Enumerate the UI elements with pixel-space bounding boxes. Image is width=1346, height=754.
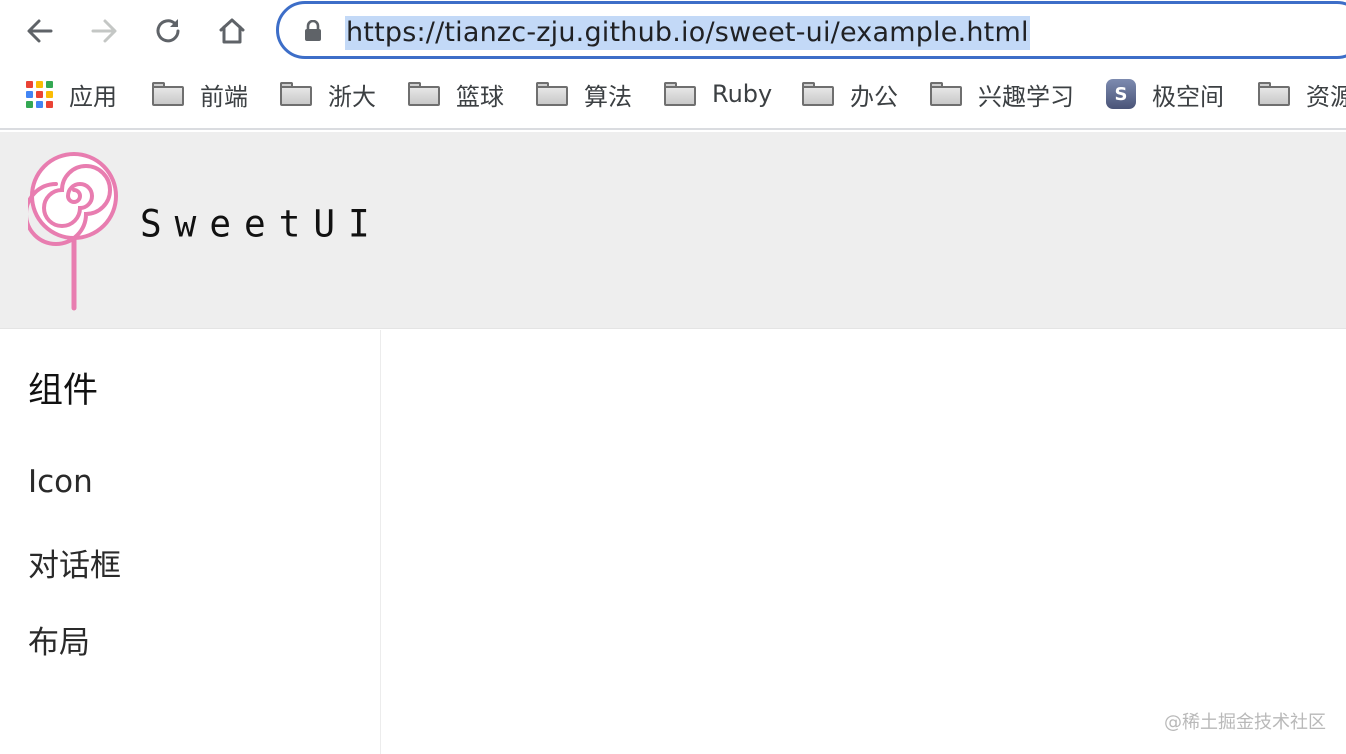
bookmark-folder-algorithm[interactable]: 算法 bbox=[536, 76, 632, 112]
bookmark-label: 极空间 bbox=[1152, 82, 1224, 111]
folder-icon bbox=[802, 82, 834, 106]
sidebar-title: 组件 bbox=[28, 371, 99, 411]
watermark: @稀土掘金技术社区 bbox=[1164, 712, 1326, 733]
folder-icon bbox=[152, 82, 184, 106]
lollipop-icon bbox=[24, 152, 118, 311]
forward-button[interactable] bbox=[84, 11, 124, 51]
bookmark-label: 兴趣学习 bbox=[978, 82, 1074, 111]
bookmark-folder-basketball[interactable]: 篮球 bbox=[408, 76, 504, 112]
bookmark-label: Ruby bbox=[712, 80, 773, 108]
bookmark-label: 办公 bbox=[850, 82, 898, 111]
sidebar-item-dialog[interactable]: 对话框 bbox=[28, 540, 121, 585]
sidebar-item-layout[interactable]: 布局 bbox=[28, 617, 90, 662]
arrow-right-icon bbox=[91, 19, 117, 43]
bookmark-label: 应用 bbox=[69, 82, 117, 111]
site-logo[interactable] bbox=[24, 152, 124, 316]
app-icon: S bbox=[1106, 79, 1136, 109]
reload-icon bbox=[156, 19, 180, 43]
main-content: @稀土掘金技术社区 bbox=[382, 330, 1346, 754]
arrow-left-icon bbox=[27, 19, 53, 43]
folder-icon bbox=[664, 82, 696, 106]
back-button[interactable] bbox=[20, 11, 60, 51]
browser-toolbar: https://tianzc-zju.github.io/sweet-ui/ex… bbox=[0, 0, 1346, 62]
bookmark-label: 篮球 bbox=[456, 82, 504, 111]
folder-icon bbox=[1258, 82, 1290, 106]
brand-name: SweetUI bbox=[140, 202, 383, 247]
bookmark-folder-office[interactable]: 办公 bbox=[802, 76, 898, 112]
bookmark-label: 资源 bbox=[1306, 82, 1346, 111]
sidebar: 组件 Icon 对话框 布局 bbox=[0, 330, 381, 754]
bookmarks-bar: 应用 前端 浙大 篮球 算法 Ruby 办公 兴趣学习 S 极空间 资源 bbox=[0, 62, 1346, 130]
folder-icon bbox=[536, 82, 568, 106]
bookmark-folder-interest[interactable]: 兴趣学习 bbox=[930, 76, 1074, 112]
url-text[interactable]: https://tianzc-zju.github.io/sweet-ui/ex… bbox=[345, 16, 1030, 50]
home-button[interactable] bbox=[212, 11, 252, 51]
bookmark-label: 浙大 bbox=[328, 82, 376, 111]
folder-icon bbox=[408, 82, 440, 106]
bookmark-label: 前端 bbox=[200, 82, 248, 111]
reload-button[interactable] bbox=[148, 11, 188, 51]
apps-grid-icon bbox=[26, 80, 53, 108]
bookmark-zspace[interactable]: S 极空间 bbox=[1106, 76, 1224, 112]
folder-icon bbox=[280, 82, 312, 106]
bookmark-folder-resources[interactable]: 资源 bbox=[1258, 76, 1346, 112]
home-icon bbox=[219, 18, 245, 44]
folder-icon bbox=[930, 82, 962, 106]
bookmark-folder-frontend[interactable]: 前端 bbox=[152, 76, 248, 112]
bookmark-folder-ruby[interactable]: Ruby bbox=[664, 76, 772, 112]
site-header: SweetUI bbox=[0, 132, 1346, 329]
bookmark-folder-zju[interactable]: 浙大 bbox=[280, 76, 376, 112]
lock-icon bbox=[305, 20, 321, 41]
address-bar[interactable]: https://tianzc-zju.github.io/sweet-ui/ex… bbox=[276, 1, 1346, 59]
bookmark-label: 算法 bbox=[584, 82, 632, 111]
bookmark-apps[interactable]: 应用 bbox=[26, 76, 117, 112]
sidebar-item-icon[interactable]: Icon bbox=[28, 464, 93, 500]
